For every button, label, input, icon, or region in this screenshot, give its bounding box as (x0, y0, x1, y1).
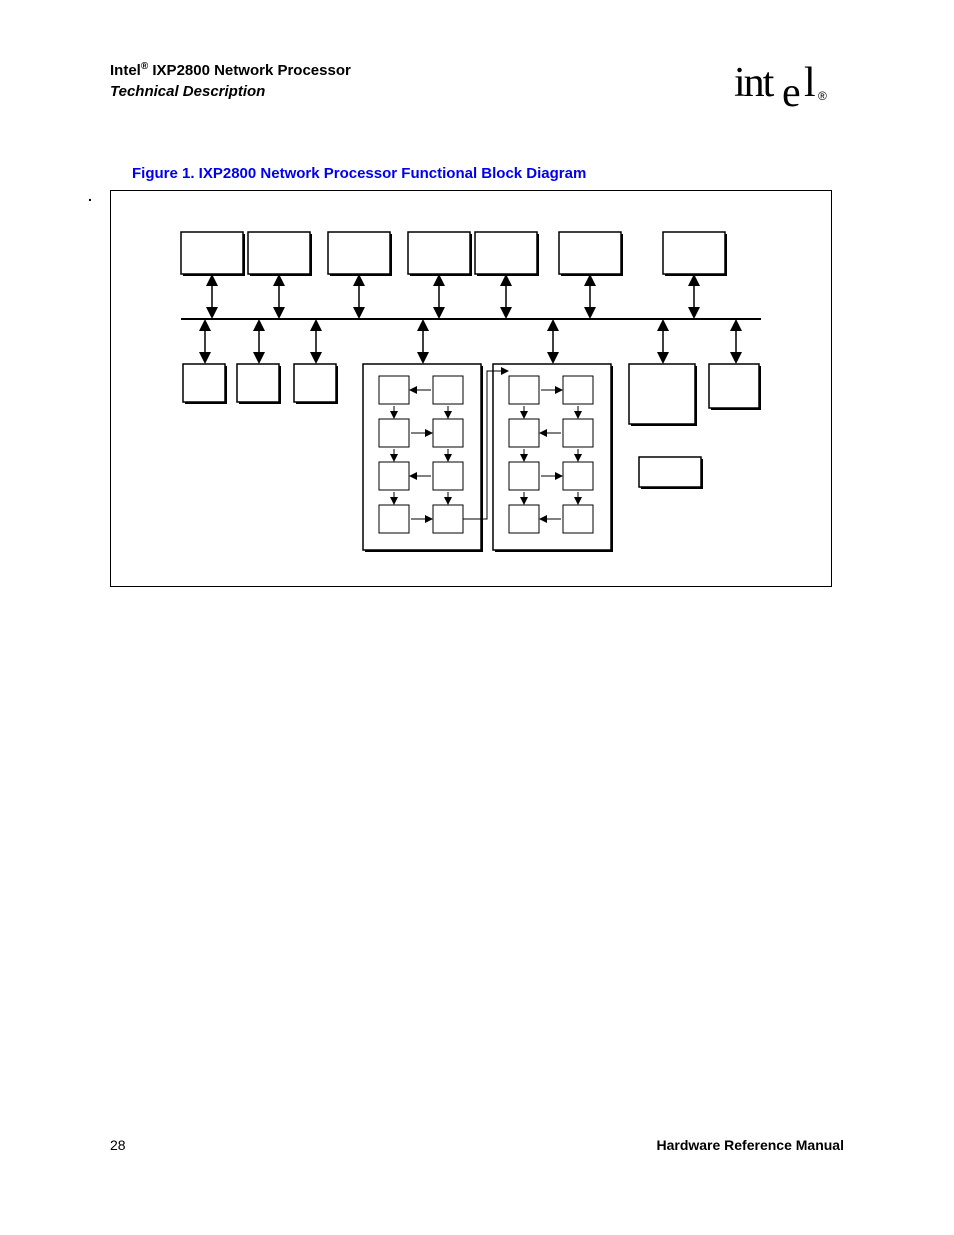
svg-text:e: e (782, 70, 800, 110)
svg-text:l: l (804, 60, 815, 106)
top-row-blocks (181, 232, 727, 276)
svg-text:int: int (734, 60, 775, 106)
figure-caption: Figure 1. IXP2800 Network Processor Func… (132, 165, 844, 182)
extra-block (639, 457, 703, 489)
stray-period: . (88, 188, 92, 204)
intel-logo: int e l ® (734, 60, 844, 121)
cluster-2 (493, 364, 613, 552)
top-arrows (212, 277, 694, 316)
bottom-arrows (205, 322, 736, 361)
header-brand: Intel (110, 62, 141, 79)
manual-title: Hardware Reference Manual (656, 1137, 844, 1153)
page-number: 28 (110, 1137, 126, 1153)
header-title-block: Intel® IXP2800 Network Processor Technic… (110, 60, 351, 102)
page-footer: 28 Hardware Reference Manual (110, 1137, 844, 1153)
block-diagram-svg (111, 191, 831, 586)
page-header: Intel® IXP2800 Network Processor Technic… (110, 60, 844, 121)
bottom-right-blocks (629, 364, 761, 426)
block-diagram-frame (110, 190, 832, 587)
header-line1: Intel® IXP2800 Network Processor (110, 60, 351, 81)
svg-text:®: ® (818, 89, 827, 103)
header-subtitle: Technical Description (110, 81, 351, 102)
cluster-1 (363, 364, 483, 552)
bottom-left-blocks (183, 364, 338, 404)
header-product: IXP2800 Network Processor (148, 62, 351, 79)
